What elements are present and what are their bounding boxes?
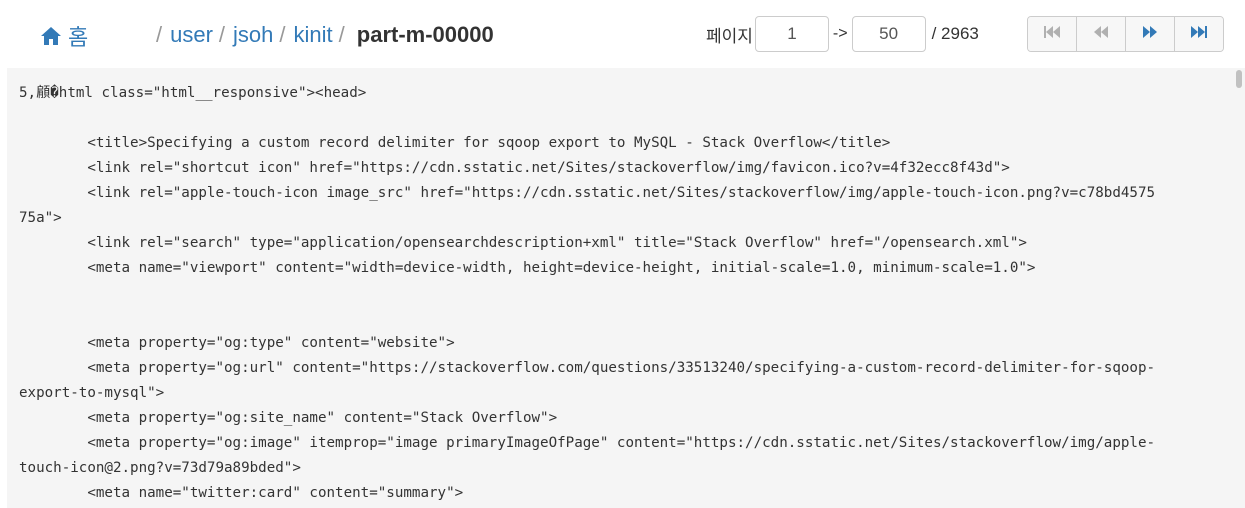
- current-file-name: part-m-00000: [356, 22, 494, 47]
- next-page-icon: [1141, 25, 1159, 44]
- home-label: 홈: [68, 25, 89, 50]
- content-line: <link rel="apple-touch-icon image_src" h…: [19, 185, 1156, 201]
- breadcrumb-separator: /: [156, 22, 163, 47]
- breadcrumb-separator: /: [218, 22, 226, 47]
- content-line: <meta property="og:type" content="websit…: [19, 335, 455, 351]
- content-line: <meta property="og:url" content="https:/…: [19, 360, 1156, 376]
- vertical-scrollbar[interactable]: [1233, 68, 1245, 508]
- content-line: <link rel="shortcut icon" href="https://…: [19, 160, 1010, 176]
- content-line: 75a">: [19, 210, 62, 226]
- content-line: <meta name="viewport" content="width=dev…: [19, 260, 1036, 276]
- breadcrumb-separator: /: [338, 22, 345, 47]
- breadcrumb-item-kinit[interactable]: kinit: [294, 22, 333, 48]
- previous-page-icon: [1092, 25, 1110, 44]
- breadcrumb-item-jsoh[interactable]: jsoh: [233, 22, 273, 48]
- breadcrumb-item-user[interactable]: user: [170, 22, 213, 48]
- content-line: touch-icon@2.png?v=73d79a89bded">: [19, 460, 301, 476]
- home-link[interactable]: 홈: [40, 20, 88, 52]
- last-page-icon: [1190, 25, 1208, 44]
- pager: 페이지 -> / 2963: [706, 16, 979, 52]
- content-line: <meta property="og:image" itemprop="imag…: [19, 435, 1156, 451]
- page-from-input[interactable]: [754, 16, 829, 52]
- first-page-button[interactable]: [1028, 17, 1077, 51]
- file-content-panel: 5,顅�html class="html__responsive"><head>…: [7, 68, 1245, 508]
- scrollbar-thumb[interactable]: [1236, 70, 1242, 88]
- content-line: [19, 306, 1224, 331]
- previous-page-button[interactable]: [1077, 17, 1126, 51]
- page-to-input[interactable]: [851, 16, 926, 52]
- content-line: [19, 106, 1224, 131]
- page-total: / 2963: [931, 24, 979, 43]
- first-page-icon: [1043, 25, 1061, 44]
- content-line: <meta name="twitter:card" content="summa…: [19, 485, 464, 501]
- content-line: <meta property="og:site_name" content="S…: [19, 410, 558, 426]
- top-bar: 홈 / user / jsoh / kinit / part-m-00000 페…: [0, 0, 1245, 68]
- content-line: [19, 281, 1224, 306]
- last-page-button[interactable]: [1175, 17, 1223, 51]
- page-label: 페이지: [706, 26, 753, 46]
- next-page-button[interactable]: [1126, 17, 1175, 51]
- breadcrumb: / user / jsoh / kinit / part-m-00000: [156, 22, 494, 48]
- home-icon: [40, 26, 62, 46]
- content-line: <title>Specifying a custom record delimi…: [19, 135, 891, 151]
- page-range-arrow: ->: [832, 25, 848, 42]
- file-content-text: 5,顅�html class="html__responsive"><head>…: [19, 81, 1224, 506]
- page-nav-buttons: [1027, 16, 1224, 52]
- content-line: 5,顅�html class="html__responsive"><head>: [19, 85, 367, 101]
- content-line: <link rel="search" type="application/ope…: [19, 235, 1027, 251]
- breadcrumb-separator: /: [279, 22, 286, 47]
- content-line: export-to-mysql">: [19, 385, 165, 401]
